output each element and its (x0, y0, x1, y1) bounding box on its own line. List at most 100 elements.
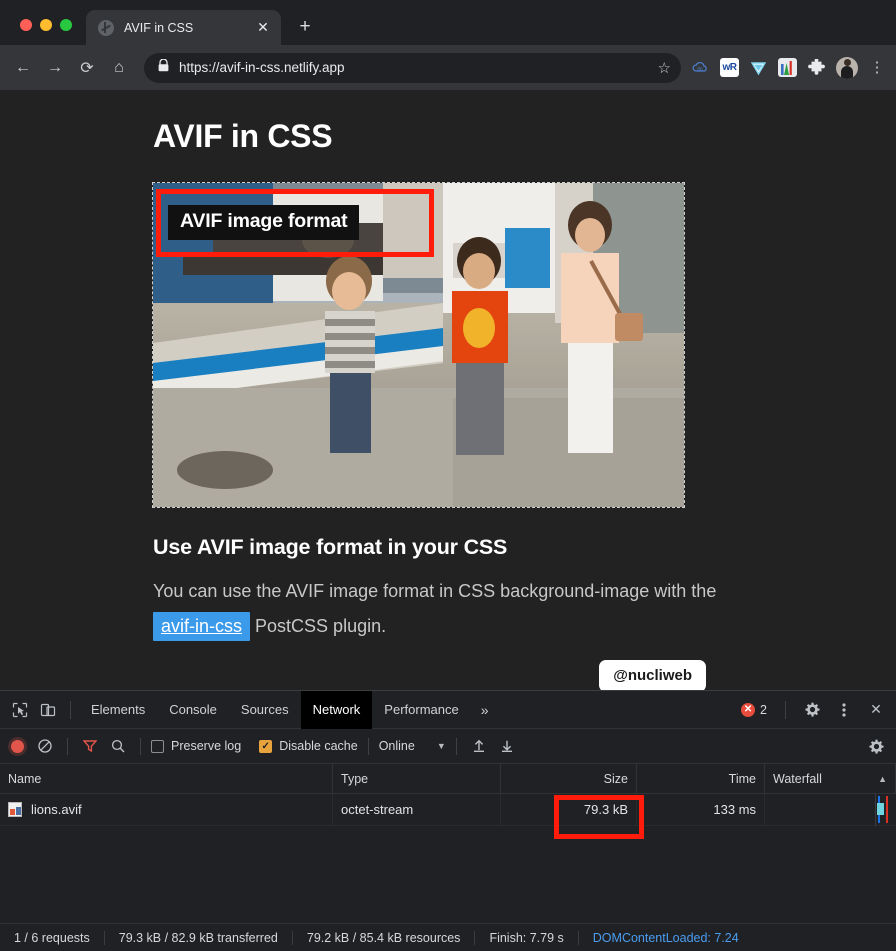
request-name: lions.avif (31, 802, 82, 817)
paragraph-line-1: You can use the AVIF image format in CSS… (153, 581, 650, 601)
column-header-waterfall[interactable]: Waterfall ▲ (765, 764, 896, 794)
wr-extension-icon[interactable]: wR (720, 58, 739, 77)
tab-console[interactable]: Console (157, 691, 229, 729)
status-transferred: 79.3 kB / 82.9 kB transferred (103, 930, 292, 945)
browser-menu-icon[interactable]: ⋮ (868, 60, 886, 75)
puzzle-extensions-icon[interactable] (807, 58, 826, 77)
maximize-window-button[interactable] (60, 19, 72, 31)
filter-icon[interactable] (78, 734, 102, 758)
more-tabs-icon[interactable]: » (471, 702, 499, 718)
browser-toolbar: ← → ⟳ ⌂ https://avif-in-css.netlify.app … (0, 45, 896, 90)
globe-icon (98, 19, 114, 36)
network-settings-gear-icon[interactable] (864, 734, 888, 758)
preserve-log-label: Preserve log (171, 739, 242, 753)
throttling-select[interactable]: Online ▼ (379, 739, 446, 753)
author-badge: @nucliweb (599, 660, 706, 690)
error-icon: ✕ (741, 702, 756, 717)
import-har-icon[interactable] (467, 734, 491, 758)
status-finish: Finish: 7.79 s (474, 930, 577, 945)
section-paragraph: You can use the AVIF image format in CSS… (153, 574, 723, 644)
checkbox-box: ✓ (259, 739, 273, 753)
back-button[interactable]: ← (8, 53, 38, 83)
new-tab-button[interactable]: + (291, 13, 319, 41)
home-button[interactable]: ⌂ (104, 53, 134, 83)
throttling-value: Online (378, 739, 415, 753)
devtools-tab-bar: Elements Console Sources Network Perform… (0, 690, 896, 729)
export-har-icon[interactable] (495, 734, 519, 758)
table-body: lions.avif octet-stream 79.3 kB 133 ms (0, 793, 896, 923)
page-title: AVIF in CSS (153, 118, 333, 154)
chart-extension-icon[interactable] (778, 58, 797, 77)
tab-elements[interactable]: Elements (79, 691, 157, 729)
address-bar[interactable]: https://avif-in-css.netlify.app ☆ (144, 52, 681, 83)
device-toolbar-icon[interactable] (34, 696, 62, 724)
reload-button[interactable]: ⟳ (72, 53, 102, 83)
network-toolbar: Preserve log ✓ Disable cache Online ▼ (0, 729, 896, 764)
disable-cache-checkbox[interactable]: ✓ Disable cache (259, 739, 358, 753)
close-window-button[interactable] (20, 19, 32, 31)
tab-network[interactable]: Network (300, 690, 373, 729)
search-icon[interactable] (106, 734, 130, 758)
column-header-size[interactable]: Size (501, 764, 637, 794)
column-header-time[interactable]: Time (637, 764, 765, 794)
divider (455, 737, 457, 755)
status-resources: 79.2 kB / 85.4 kB resources (291, 930, 475, 945)
tab-title: AVIF in CSS (124, 20, 194, 35)
cell-size: 79.3 kB (501, 793, 637, 826)
hero-annotation-box (156, 189, 434, 257)
page-content: AVIF in CSS AVIF image format Use AVIF i… (0, 90, 896, 690)
more-options-icon[interactable] (830, 696, 858, 724)
divider (140, 737, 141, 755)
error-count: 2 (760, 702, 767, 717)
divider (367, 737, 369, 755)
minimize-window-button[interactable] (40, 19, 52, 31)
checkbox-box (151, 739, 164, 753)
close-tab-button[interactable]: ✕ (253, 18, 273, 38)
ithelp-extension-icon[interactable]: itn (691, 58, 710, 77)
waterfall-label: Waterfall (773, 771, 822, 786)
page-viewport: AVIF in CSS AVIF image format Use AVIF i… (0, 90, 896, 690)
close-devtools-icon[interactable]: ✕ (862, 696, 890, 724)
gear-icon[interactable] (798, 696, 826, 724)
hero-image: AVIF image format (152, 182, 685, 508)
table-row[interactable]: lions.avif octet-stream 79.3 kB 133 ms (0, 793, 896, 826)
svg-text:itn: itn (697, 66, 703, 72)
image-file-icon (8, 802, 22, 817)
badge-container: @nucliweb (153, 644, 856, 690)
clear-icon[interactable] (33, 734, 57, 758)
devtools-panel: Elements Console Sources Network Perform… (0, 690, 896, 951)
bookmark-star-icon[interactable]: ☆ (658, 59, 671, 77)
browser-window: AVIF in CSS ✕ + ← → ⟳ ⌂ https://avif-in-… (0, 0, 896, 951)
browser-tab[interactable]: AVIF in CSS ✕ (86, 10, 281, 45)
profile-avatar[interactable] (836, 56, 858, 79)
error-badge[interactable]: ✕ 2 (735, 702, 773, 717)
record-button[interactable] (11, 739, 24, 753)
forward-button[interactable]: → (40, 53, 70, 83)
paragraph-line-2b: PostCSS plugin. (255, 616, 387, 637)
inspect-element-icon[interactable] (6, 696, 34, 724)
network-status-bar: 1 / 6 requests 79.3 kB / 82.9 kB transfe… (0, 923, 896, 951)
cell-name: lions.avif (0, 793, 333, 826)
sort-ascending-icon: ▲ (878, 773, 887, 784)
divider (785, 700, 786, 719)
network-request-table: Name Type Size Time Waterfall ▲ lions.av… (0, 764, 896, 923)
tab-strip: AVIF in CSS ✕ + (0, 0, 896, 45)
chevron-down-icon: ▼ (436, 741, 446, 751)
avif-in-css-link[interactable]: avif-in-css (153, 612, 251, 642)
divider (70, 700, 71, 719)
paragraph-line-2a: with the (654, 581, 717, 601)
status-domcontentloaded: DOMContentLoaded: 7.24 (577, 930, 753, 945)
column-header-name[interactable]: Name (0, 764, 333, 794)
extension-icons: itn wR ⋮ (691, 56, 888, 79)
tab-sources[interactable]: Sources (229, 691, 301, 729)
status-requests: 1 / 6 requests (14, 930, 90, 945)
diamond-extension-icon[interactable] (749, 58, 768, 77)
column-header-type[interactable]: Type (333, 764, 501, 794)
divider (67, 737, 68, 755)
cell-waterfall (765, 793, 896, 826)
preserve-log-checkbox[interactable]: Preserve log (151, 739, 241, 753)
cell-time: 133 ms (637, 793, 765, 826)
section-heading: Use AVIF image format in your CSS (153, 535, 508, 559)
cell-type: octet-stream (333, 793, 501, 826)
tab-performance[interactable]: Performance (372, 691, 470, 729)
